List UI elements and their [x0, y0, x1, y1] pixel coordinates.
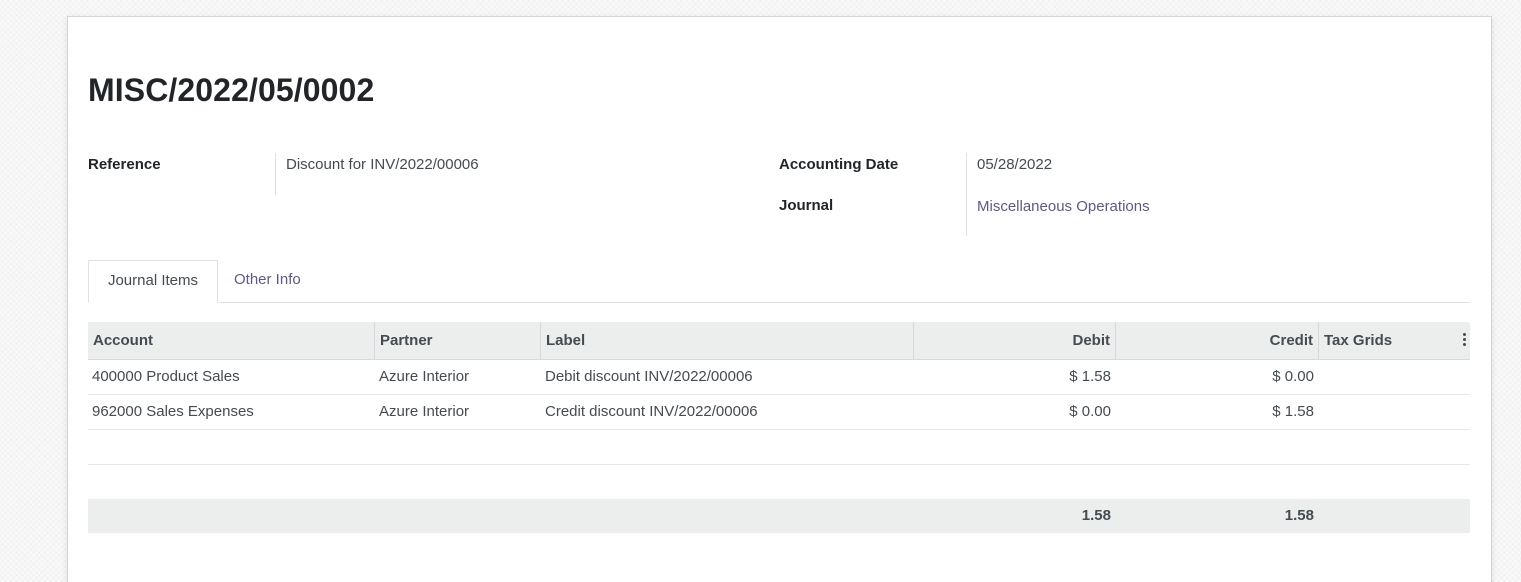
- total-credit: 1.58: [1284, 507, 1314, 524]
- form-sheet: MISC/2022/05/0002 Reference Discount for…: [67, 16, 1492, 582]
- column-header-label[interactable]: Label: [540, 322, 913, 359]
- cell-label: Credit discount INV/2022/00006: [545, 403, 758, 420]
- reference-label: Reference: [88, 156, 161, 173]
- tab-other-info[interactable]: Other Info: [218, 260, 317, 301]
- journal-label: Journal: [779, 197, 834, 214]
- table-row[interactable]: 400000 Product Sales Azure Interior Debi…: [88, 360, 1470, 395]
- accounting-date-field[interactable]: 05/28/2022: [977, 156, 1052, 173]
- cell-tax-grids: [1319, 395, 1470, 429]
- vertical-ellipsis-icon[interactable]: [1462, 333, 1466, 347]
- table-spacer: [88, 465, 1470, 499]
- cell-tax-grids: [1319, 360, 1470, 394]
- column-header-tax-grids[interactable]: Tax Grids: [1318, 322, 1470, 359]
- column-header-debit[interactable]: Debit: [913, 322, 1115, 359]
- cell-credit: $ 1.58: [1272, 403, 1314, 420]
- table-row[interactable]: 962000 Sales Expenses Azure Interior Cre…: [88, 395, 1470, 430]
- total-debit: 1.58: [1081, 507, 1111, 524]
- journal-link[interactable]: Miscellaneous Operations: [977, 198, 1150, 215]
- cell-credit: $ 0.00: [1272, 368, 1314, 385]
- notebook-tabs: Journal Items Other Info: [88, 260, 1470, 303]
- record-title: MISC/2022/05/0002: [88, 72, 375, 108]
- journal-items-table: Account Partner Label Debit Credit Tax G…: [88, 322, 1470, 533]
- cell-label: Debit discount INV/2022/00006: [545, 368, 753, 385]
- accounting-date-label: Accounting Date: [779, 156, 899, 173]
- column-header-credit[interactable]: Credit: [1115, 322, 1318, 359]
- reference-separator: [275, 153, 276, 195]
- cell-account: 400000 Product Sales: [92, 368, 240, 385]
- column-header-partner[interactable]: Partner: [374, 322, 540, 359]
- cell-partner: Azure Interior: [379, 403, 470, 420]
- tab-journal-items[interactable]: Journal Items: [88, 260, 218, 303]
- cell-account: 962000 Sales Expenses: [92, 403, 254, 420]
- table-header: Account Partner Label Debit Credit Tax G…: [88, 322, 1470, 360]
- empty-row: [88, 430, 1470, 465]
- column-header-account[interactable]: Account: [88, 322, 375, 359]
- reference-field[interactable]: Discount for INV/2022/00006: [286, 156, 479, 173]
- table-footer-totals: 1.58 1.58: [88, 499, 1470, 533]
- cell-debit: $ 1.58: [1069, 368, 1111, 385]
- cell-partner: Azure Interior: [379, 368, 470, 385]
- right-group-separator: [966, 153, 967, 236]
- cell-debit: $ 0.00: [1069, 403, 1111, 420]
